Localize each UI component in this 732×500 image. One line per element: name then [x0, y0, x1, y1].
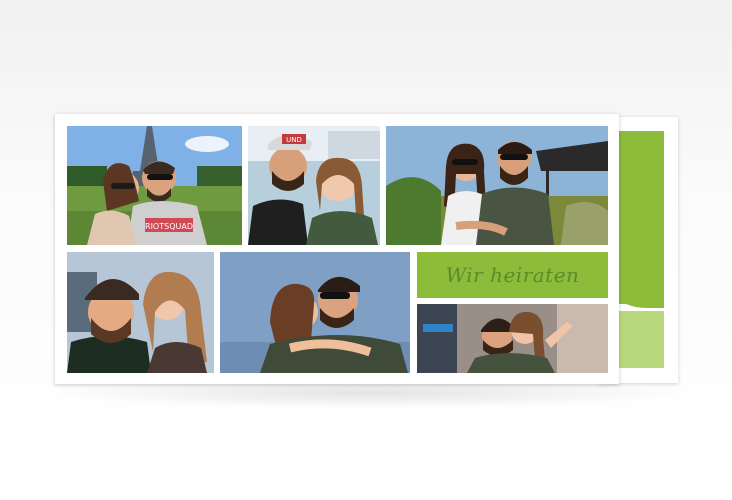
sleeve-light-panel: [618, 311, 664, 368]
photo-eiffel-tower-selfie: RIOTSQUAD: [67, 126, 242, 245]
photo-park-sunglasses: [386, 126, 608, 245]
photo-city-selfie: [417, 304, 608, 373]
cap-print: UND: [286, 136, 302, 144]
invitation-card: RIOTSQUAD UND Wir heiraten: [55, 114, 619, 384]
photo-kiss-selfie: [67, 252, 214, 373]
shirt-print: RIOTSQUAD: [145, 222, 193, 231]
card-title: Wir heiraten: [445, 263, 580, 287]
photo-seaside-selfie: UND: [248, 126, 380, 245]
photo-sunglasses-kiss: [220, 252, 410, 373]
title-band: Wir heiraten: [417, 252, 608, 298]
